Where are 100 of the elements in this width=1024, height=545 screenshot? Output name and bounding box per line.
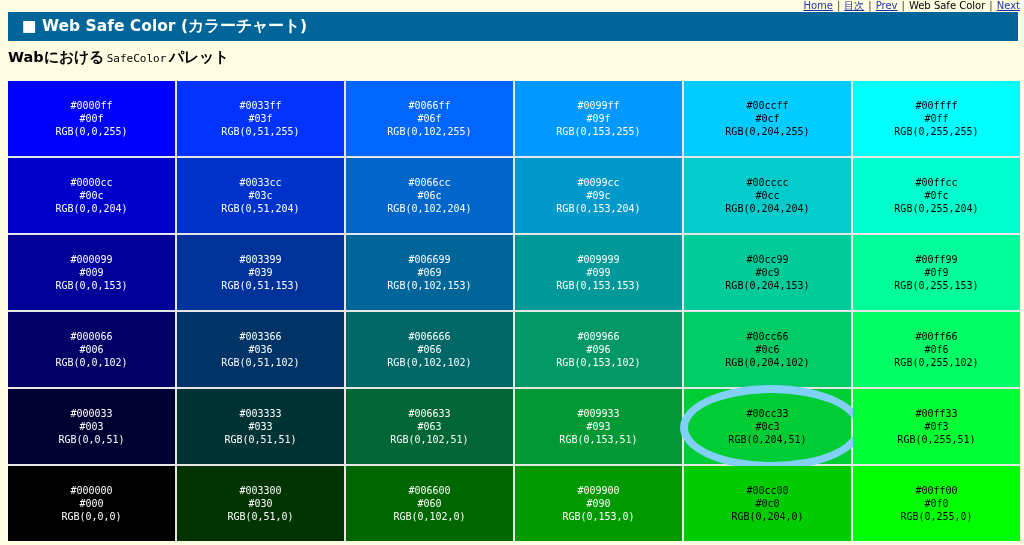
- hex-code: #003366: [239, 330, 282, 343]
- rgb-value: RGB(0,153,255): [556, 125, 641, 138]
- hex-code: #0066cc: [408, 176, 451, 189]
- hex-code: #00cc00: [746, 484, 789, 497]
- short-hex-code: #063: [417, 420, 442, 433]
- nav-link[interactable]: 目次: [844, 0, 865, 12]
- short-hex-code: #0c3: [755, 420, 780, 433]
- page-title: ■ Web Safe Color (カラーチャート): [22, 16, 308, 37]
- hex-code: #00ffff: [915, 99, 958, 112]
- hex-code: #009933: [577, 407, 620, 420]
- hex-code: #0033cc: [239, 176, 282, 189]
- short-hex-code: #0cc: [755, 189, 780, 202]
- hex-code: #0066ff: [408, 99, 451, 112]
- short-hex-code: #003: [79, 420, 104, 433]
- rgb-value: RGB(0,0,0): [61, 510, 122, 523]
- rgb-value: RGB(0,51,153): [221, 279, 300, 292]
- short-hex-code: #03c: [248, 189, 273, 202]
- hex-code: #00ffcc: [915, 176, 958, 189]
- short-hex-code: #00c: [79, 189, 104, 202]
- rgb-value: RGB(0,0,51): [58, 433, 125, 446]
- hex-code: #000000: [70, 484, 113, 497]
- section-heading: Wabにおける SafeColor パレット: [8, 48, 231, 67]
- hex-code: #000099: [70, 253, 113, 266]
- short-hex-code: #09c: [586, 189, 611, 202]
- short-hex-code: #00f: [79, 112, 104, 125]
- short-hex-code: #0f6: [924, 343, 949, 356]
- hex-code: #00ccff: [746, 99, 789, 112]
- rgb-value: RGB(0,153,0): [562, 510, 635, 523]
- hex-code: #00cc99: [746, 253, 789, 266]
- hex-code: #0000cc: [70, 176, 113, 189]
- rgb-value: RGB(0,204,255): [725, 125, 810, 138]
- rgb-value: RGB(0,153,102): [556, 356, 641, 369]
- short-hex-code: #039: [248, 266, 273, 279]
- short-hex-code: #060: [417, 497, 442, 510]
- hex-code: #0033ff: [239, 99, 282, 112]
- short-hex-code: #06c: [417, 189, 442, 202]
- nav-separator: |: [989, 0, 993, 12]
- rgb-value: RGB(0,51,102): [221, 356, 300, 369]
- short-hex-code: #066: [417, 343, 442, 356]
- hex-code: #009999: [577, 253, 620, 266]
- rgb-value: RGB(0,255,153): [894, 279, 979, 292]
- hex-code: #00cc33: [746, 407, 789, 420]
- rgb-value: RGB(0,153,204): [556, 202, 641, 215]
- rgb-value: RGB(0,102,204): [387, 202, 472, 215]
- rgb-value: RGB(0,204,102): [725, 356, 810, 369]
- hex-code: #006633: [408, 407, 451, 420]
- hex-code: #006666: [408, 330, 451, 343]
- hex-code: #009900: [577, 484, 620, 497]
- rgb-value: RGB(0,255,51): [897, 433, 976, 446]
- short-hex-code: #036: [248, 343, 273, 356]
- rgb-value: RGB(0,102,153): [387, 279, 472, 292]
- rgb-value: RGB(0,153,153): [556, 279, 641, 292]
- hex-code: #003300: [239, 484, 282, 497]
- short-hex-code: #0fc: [924, 189, 949, 202]
- current-page-label: Web Safe Color: [908, 0, 986, 12]
- rgb-value: RGB(0,204,204): [725, 202, 810, 215]
- short-hex-code: #000: [79, 497, 104, 510]
- rgb-value: RGB(0,102,0): [393, 510, 466, 523]
- rgb-value: RGB(0,255,255): [894, 125, 979, 138]
- hex-code: #0000ff: [70, 99, 113, 112]
- nav-separator: |: [836, 0, 841, 12]
- short-hex-code: #030: [248, 497, 273, 510]
- hex-code: #0099ff: [577, 99, 620, 112]
- rgb-value: RGB(0,204,153): [725, 279, 810, 292]
- short-hex-code: #06f: [417, 112, 442, 125]
- short-hex-code: #0f9: [924, 266, 949, 279]
- rgb-value: RGB(0,0,255): [55, 125, 128, 138]
- hex-code: #00ff66: [915, 330, 958, 343]
- short-hex-code: #093: [586, 420, 611, 433]
- nav-link[interactable]: Prev: [875, 0, 898, 12]
- nav-link[interactable]: Home: [803, 0, 833, 12]
- rgb-value: RGB(0,255,102): [894, 356, 979, 369]
- rgb-value: RGB(0,0,102): [55, 356, 128, 369]
- hex-code: #003333: [239, 407, 282, 420]
- short-hex-code: #090: [586, 497, 611, 510]
- hex-code: #00ff99: [915, 253, 958, 266]
- short-hex-code: #0c9: [755, 266, 780, 279]
- hex-code: #0099cc: [577, 176, 620, 189]
- short-hex-code: #006: [79, 343, 104, 356]
- rgb-value: RGB(0,51,255): [221, 125, 300, 138]
- rgb-value: RGB(0,153,51): [559, 433, 638, 446]
- hex-code: #006600: [408, 484, 451, 497]
- short-hex-code: #0c0: [755, 497, 780, 510]
- rgb-value: RGB(0,255,0): [900, 510, 973, 523]
- short-hex-code: #0f3: [924, 420, 949, 433]
- rgb-value: RGB(0,204,0): [731, 510, 804, 523]
- rgb-value: RGB(0,102,51): [390, 433, 469, 446]
- short-hex-code: #09f: [586, 112, 611, 125]
- rgb-value: RGB(0,0,153): [55, 279, 128, 292]
- hex-code: #000033: [70, 407, 113, 420]
- short-hex-code: #033: [248, 420, 273, 433]
- short-hex-code: #069: [417, 266, 442, 279]
- hex-code: #009966: [577, 330, 620, 343]
- short-hex-code: #03f: [248, 112, 273, 125]
- nav-link[interactable]: Next: [996, 0, 1020, 12]
- rgb-value: RGB(0,102,102): [387, 356, 472, 369]
- hex-code: #00cccc: [746, 176, 789, 189]
- short-hex-code: #0cf: [755, 112, 780, 125]
- hex-code: #00ff00: [915, 484, 958, 497]
- short-hex-code: #0ff: [924, 112, 949, 125]
